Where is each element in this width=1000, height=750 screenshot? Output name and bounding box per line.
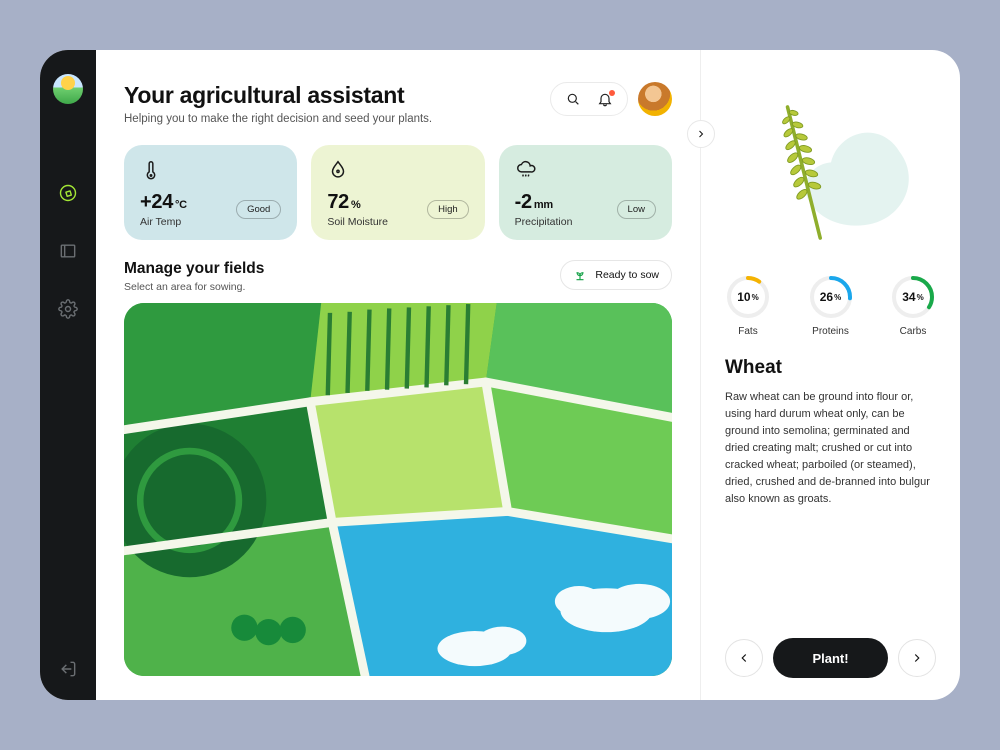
metric-temp-badge: Good	[236, 200, 281, 219]
panel-collapse-button[interactable]	[687, 120, 715, 148]
nutrient-rings: 10% Fats 26% Proteins	[725, 274, 936, 337]
plant-detail-panel: 10% Fats 26% Proteins	[700, 50, 960, 700]
page-title: Your agricultural assistant	[124, 82, 432, 109]
next-plant-button[interactable]	[898, 639, 936, 677]
prev-plant-button[interactable]	[725, 639, 763, 677]
fields-title: Manage your fields	[124, 260, 264, 278]
page-subtitle: Helping you to make the right decision a…	[124, 113, 432, 125]
header-actions-pill	[550, 82, 628, 116]
metric-moist-value: 72%	[327, 191, 388, 214]
nutrient-carbs-label: Carbs	[900, 326, 927, 337]
fields-subtitle: Select an area for sowing.	[124, 281, 264, 293]
metric-temp-label: Air Temp	[140, 216, 187, 228]
chevron-right-icon	[910, 651, 924, 665]
search-icon[interactable]	[565, 91, 581, 107]
metric-moist-label: Soil Moisture	[327, 216, 388, 228]
header-tools	[550, 82, 672, 116]
nav-logout-icon[interactable]	[57, 658, 79, 680]
ready-to-sow-badge: Ready to sow	[560, 260, 672, 290]
user-avatar[interactable]	[638, 82, 672, 116]
plant-illustration	[725, 76, 936, 256]
sprout-icon	[573, 268, 587, 282]
nav-explore-icon[interactable]	[57, 182, 79, 204]
nutrient-fats: 10% Fats	[725, 274, 771, 337]
plant-name: Wheat	[725, 357, 936, 379]
nutrient-proteins-value: 26%	[808, 274, 854, 320]
metric-precip-label: Precipitation	[515, 216, 573, 228]
app-logo	[53, 74, 83, 104]
nutrient-carbs-value: 34%	[890, 274, 936, 320]
metric-air-temp[interactable]: +24°C Air Temp Good	[124, 145, 297, 240]
notification-bell-icon[interactable]	[597, 91, 613, 107]
metric-soil-moisture[interactable]: 72% Soil Moisture High	[311, 145, 484, 240]
metric-moist-badge: High	[427, 200, 469, 219]
notification-dot	[609, 90, 615, 96]
nutrient-carbs: 34% Carbs	[890, 274, 936, 337]
nutrient-proteins-label: Proteins	[812, 326, 849, 337]
header-text: Your agricultural assistant Helping you …	[124, 82, 432, 125]
fields-map[interactable]	[124, 303, 672, 676]
sidebar	[40, 50, 96, 700]
fields-map-illustration	[124, 303, 672, 676]
fields-header: Manage your fields Select an area for so…	[124, 260, 672, 293]
nutrient-fats-label: Fats	[738, 326, 757, 337]
nav-library-icon[interactable]	[57, 240, 79, 262]
chevron-left-icon	[737, 651, 751, 665]
main-content: Your agricultural assistant Helping you …	[96, 50, 700, 700]
nutrient-fats-value: 10%	[725, 274, 771, 320]
ready-to-sow-label: Ready to sow	[595, 269, 659, 281]
cloud-rain-icon	[515, 159, 537, 181]
plant-button[interactable]: Plant!	[773, 638, 888, 678]
app-window: Your agricultural assistant Helping you …	[40, 50, 960, 700]
thermometer-icon	[140, 159, 162, 181]
sidebar-nav	[57, 182, 79, 620]
metrics-row: +24°C Air Temp Good 72% Soil	[124, 145, 672, 240]
header: Your agricultural assistant Helping you …	[124, 82, 672, 125]
metric-temp-value: +24°C	[140, 191, 187, 214]
metric-precip-badge: Low	[617, 200, 656, 219]
plant-actions: Plant!	[725, 622, 936, 678]
metric-precipitation[interactable]: -2mm Precipitation Low	[499, 145, 672, 240]
nutrient-proteins: 26% Proteins	[808, 274, 854, 337]
plant-description: Raw wheat can be ground into flour or, u…	[725, 389, 936, 508]
metric-precip-value: -2mm	[515, 191, 573, 214]
droplet-icon	[327, 159, 349, 181]
nav-settings-icon[interactable]	[57, 298, 79, 320]
